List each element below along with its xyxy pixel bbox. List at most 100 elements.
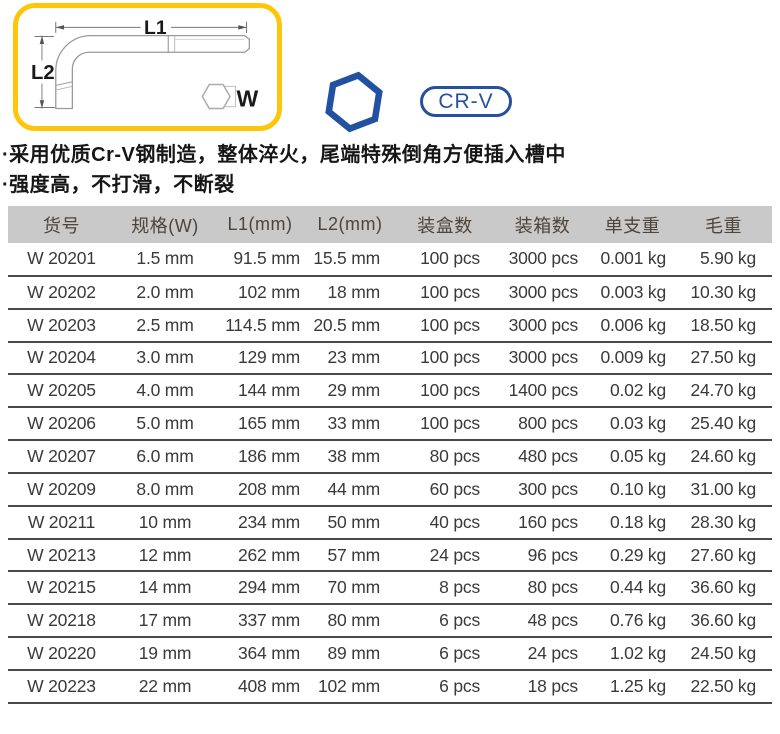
table-row: W 202043.0 mm129 mm23 mm100 pcs3000 pcs0…: [8, 342, 772, 375]
table-row: W 2022019 mm364 mm89 mm6 pcs24 pcs1.02 k…: [8, 637, 772, 670]
spec-w-cell: 4.0 mm: [115, 374, 215, 407]
spec-w-cell: 5.0 mm: [115, 407, 215, 440]
table-row: W 2021312 mm262 mm57 mm24 pcs96 pcs0.29 …: [8, 539, 772, 572]
unit-weight-cell: 0.009 kg: [590, 342, 675, 375]
table-row: W 202032.5 mm114.5 mm20.5 mm100 pcs3000 …: [8, 309, 772, 342]
l2-cell: 80 mm: [305, 604, 395, 637]
spec-w-cell: 17 mm: [115, 604, 215, 637]
unit-weight-cell: 0.10 kg: [590, 473, 675, 506]
item-code-cell: W 20215: [8, 571, 115, 604]
table-row: W 2021817 mm337 mm80 mm6 pcs48 pcs0.76 k…: [8, 604, 772, 637]
gross-weight-cell: 5.90 kg: [675, 243, 772, 276]
unit-weight-cell: 1.02 kg: [590, 637, 675, 670]
l2-cell: 44 mm: [305, 473, 395, 506]
item-code-cell: W 20201: [8, 243, 115, 276]
table-row: W 2022322 mm408 mm102 mm6 pcs18 pcs1.25 …: [8, 670, 772, 703]
gross-weight-cell: 22.50 kg: [675, 670, 772, 703]
box-qty-cell: 100 pcs: [395, 407, 495, 440]
table-row: W 202011.5 mm91.5 mm15.5 mm100 pcs3000 p…: [8, 243, 772, 276]
l1-cell: 294 mm: [215, 571, 305, 604]
unit-weight-cell: 0.29 kg: [590, 539, 675, 572]
unit-weight-cell: 0.76 kg: [590, 604, 675, 637]
table-row: W 202022.0 mm102 mm18 mm100 pcs3000 pcs0…: [8, 276, 772, 309]
box-qty-cell: 6 pcs: [395, 637, 495, 670]
carton-qty-cell: 300 pcs: [495, 473, 590, 506]
item-code-cell: W 20211: [8, 506, 115, 539]
l1-cell: 91.5 mm: [215, 243, 305, 276]
spec-w-cell: 14 mm: [115, 571, 215, 604]
dimension-label-l1: L1: [144, 17, 167, 39]
item-code-cell: W 20223: [8, 670, 115, 703]
carton-qty-cell: 160 pcs: [495, 506, 590, 539]
carton-qty-cell: 1400 pcs: [495, 374, 590, 407]
feature-list: ·采用优质Cr-V钢制造，整体淬火，尾端特殊倒角方便插入槽中 ·强度高，不打滑，…: [2, 140, 772, 200]
spec-w-cell: 2.5 mm: [115, 309, 215, 342]
carton-qty-cell: 3000 pcs: [495, 342, 590, 375]
l1-cell: 114.5 mm: [215, 309, 305, 342]
l2-cell: 29 mm: [305, 374, 395, 407]
hex-key-diagram: L1 L2 W: [13, 3, 282, 131]
l2-cell: 23 mm: [305, 342, 395, 375]
header-item-code: 货号: [8, 206, 115, 243]
gross-weight-cell: 24.50 kg: [675, 637, 772, 670]
unit-weight-cell: 0.03 kg: [590, 407, 675, 440]
l2-cell: 70 mm: [305, 571, 395, 604]
spec-w-cell: 3.0 mm: [115, 342, 215, 375]
box-qty-cell: 6 pcs: [395, 604, 495, 637]
unit-weight-cell: 0.001 kg: [590, 243, 675, 276]
carton-qty-cell: 24 pcs: [495, 637, 590, 670]
box-qty-cell: 100 pcs: [395, 342, 495, 375]
dimension-label-l2: L2: [31, 62, 55, 84]
spec-table: 货号 规格(W) L1(mm) L2(mm) 装盒数 装箱数 单支重 毛重 W …: [8, 206, 772, 704]
l1-cell: 262 mm: [215, 539, 305, 572]
l1-cell: 234 mm: [215, 506, 305, 539]
spec-w-cell: 10 mm: [115, 506, 215, 539]
gross-weight-cell: 27.60 kg: [675, 539, 772, 572]
gross-weight-cell: 27.50 kg: [675, 342, 772, 375]
unit-weight-cell: 1.25 kg: [590, 670, 675, 703]
gross-weight-cell: 31.00 kg: [675, 473, 772, 506]
box-qty-cell: 100 pcs: [395, 374, 495, 407]
carton-qty-cell: 18 pcs: [495, 670, 590, 703]
carton-qty-cell: 800 pcs: [495, 407, 590, 440]
header-unit-weight: 单支重: [590, 206, 675, 243]
crv-badge-label: CR-V: [438, 90, 493, 114]
arrow-left-icon: [56, 25, 64, 29]
spec-w-cell: 2.0 mm: [115, 276, 215, 309]
gross-weight-cell: 28.30 kg: [675, 506, 772, 539]
spec-table-body: W 202011.5 mm91.5 mm15.5 mm100 pcs3000 p…: [8, 243, 772, 703]
header-l1: L1(mm): [215, 206, 305, 243]
l2-cell: 20.5 mm: [305, 309, 395, 342]
feature-line-1: ·采用优质Cr-V钢制造，整体淬火，尾端特殊倒角方便插入槽中: [2, 140, 772, 170]
header-carton-qty: 装箱数: [495, 206, 590, 243]
header-spec-w: 规格(W): [115, 206, 215, 243]
item-code-cell: W 20213: [8, 539, 115, 572]
arrow-right-icon: [238, 25, 246, 29]
carton-qty-cell: 48 pcs: [495, 604, 590, 637]
unit-weight-cell: 0.05 kg: [590, 440, 675, 473]
table-row: W 202098.0 mm208 mm44 mm60 pcs300 pcs0.1…: [8, 473, 772, 506]
unit-weight-cell: 0.006 kg: [590, 309, 675, 342]
l1-cell: 337 mm: [215, 604, 305, 637]
spec-w-cell: 8.0 mm: [115, 473, 215, 506]
box-qty-cell: 100 pcs: [395, 243, 495, 276]
gross-weight-cell: 24.70 kg: [675, 374, 772, 407]
box-qty-cell: 8 pcs: [395, 571, 495, 604]
feature-line-2: ·强度高，不打滑，不断裂: [2, 170, 772, 200]
l1-cell: 408 mm: [215, 670, 305, 703]
width-label-w: W: [236, 86, 258, 112]
box-qty-cell: 6 pcs: [395, 670, 495, 703]
spec-w-cell: 1.5 mm: [115, 243, 215, 276]
l1-cell: 165 mm: [215, 407, 305, 440]
box-qty-cell: 80 pcs: [395, 440, 495, 473]
table-row: W 202076.0 mm186 mm38 mm80 pcs480 pcs0.0…: [8, 440, 772, 473]
table-header-row: 货号 规格(W) L1(mm) L2(mm) 装盒数 装箱数 单支重 毛重: [8, 206, 772, 243]
l1-cell: 208 mm: [215, 473, 305, 506]
gross-weight-cell: 24.60 kg: [675, 440, 772, 473]
l1-cell: 102 mm: [215, 276, 305, 309]
l1-cell: 144 mm: [215, 374, 305, 407]
l2-cell: 33 mm: [305, 407, 395, 440]
unit-weight-cell: 0.02 kg: [590, 374, 675, 407]
table-row: W 202065.0 mm165 mm33 mm100 pcs800 pcs0.…: [8, 407, 772, 440]
catalog-page: L1 L2 W CR-V ·采用优质Cr-V钢制造，整体淬火，尾端特殊倒角方便插…: [0, 0, 780, 734]
